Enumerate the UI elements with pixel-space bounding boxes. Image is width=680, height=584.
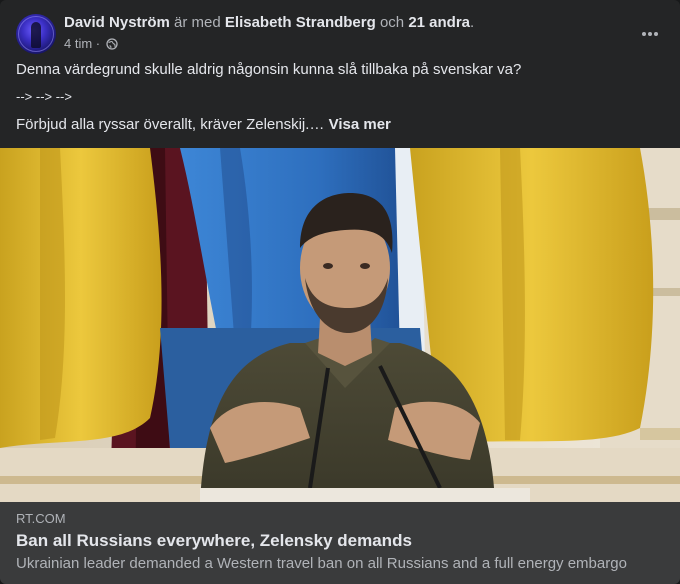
post-text-line-3-content: Förbjud alla ryssar överallt, kräver Zel… xyxy=(16,116,325,133)
globe-icon[interactable] xyxy=(106,38,118,54)
link-title[interactable]: Ban all Russians everywhere, Zelensky de… xyxy=(16,530,412,552)
link-preview-image[interactable] xyxy=(0,148,680,502)
link-domain: RT.COM xyxy=(16,511,66,526)
post-card: David Nyström är med Elisabeth Strandber… xyxy=(0,0,680,584)
see-more-link[interactable]: Visa mer xyxy=(329,116,391,133)
post-header: David Nyström är med Elisabeth Strandber… xyxy=(16,12,664,56)
author-name[interactable]: David Nyström xyxy=(64,14,170,31)
link-preview[interactable]: RT.COM Ban all Russians everywhere, Zele… xyxy=(0,502,680,584)
attribution-period: . xyxy=(470,14,475,31)
others-link[interactable]: 21 andra xyxy=(408,14,470,31)
with-text: är med xyxy=(174,14,221,31)
and-text: och xyxy=(379,14,405,31)
link-description: Ukrainian leader demanded a Western trav… xyxy=(16,555,627,572)
author-avatar[interactable] xyxy=(16,14,56,54)
tagged-person[interactable]: Elisabeth Strandberg xyxy=(225,14,376,31)
post-text-line-1: Denna värdegrund skulle aldrig någonsin … xyxy=(16,61,522,78)
post-text-line-3: Förbjud alla ryssar överallt, kräver Zel… xyxy=(16,115,664,135)
avatar-figure xyxy=(31,22,41,48)
more-options-icon[interactable] xyxy=(636,20,664,48)
post-timestamp[interactable]: 4 tim xyxy=(64,36,92,51)
post-attribution: David Nyström är med Elisabeth Strandber… xyxy=(64,13,474,33)
photo-illustration xyxy=(0,148,680,502)
meta-separator: · xyxy=(95,36,101,51)
post-text-line-2: --> --> --> xyxy=(16,89,72,104)
post-meta: 4 tim · xyxy=(64,36,118,54)
